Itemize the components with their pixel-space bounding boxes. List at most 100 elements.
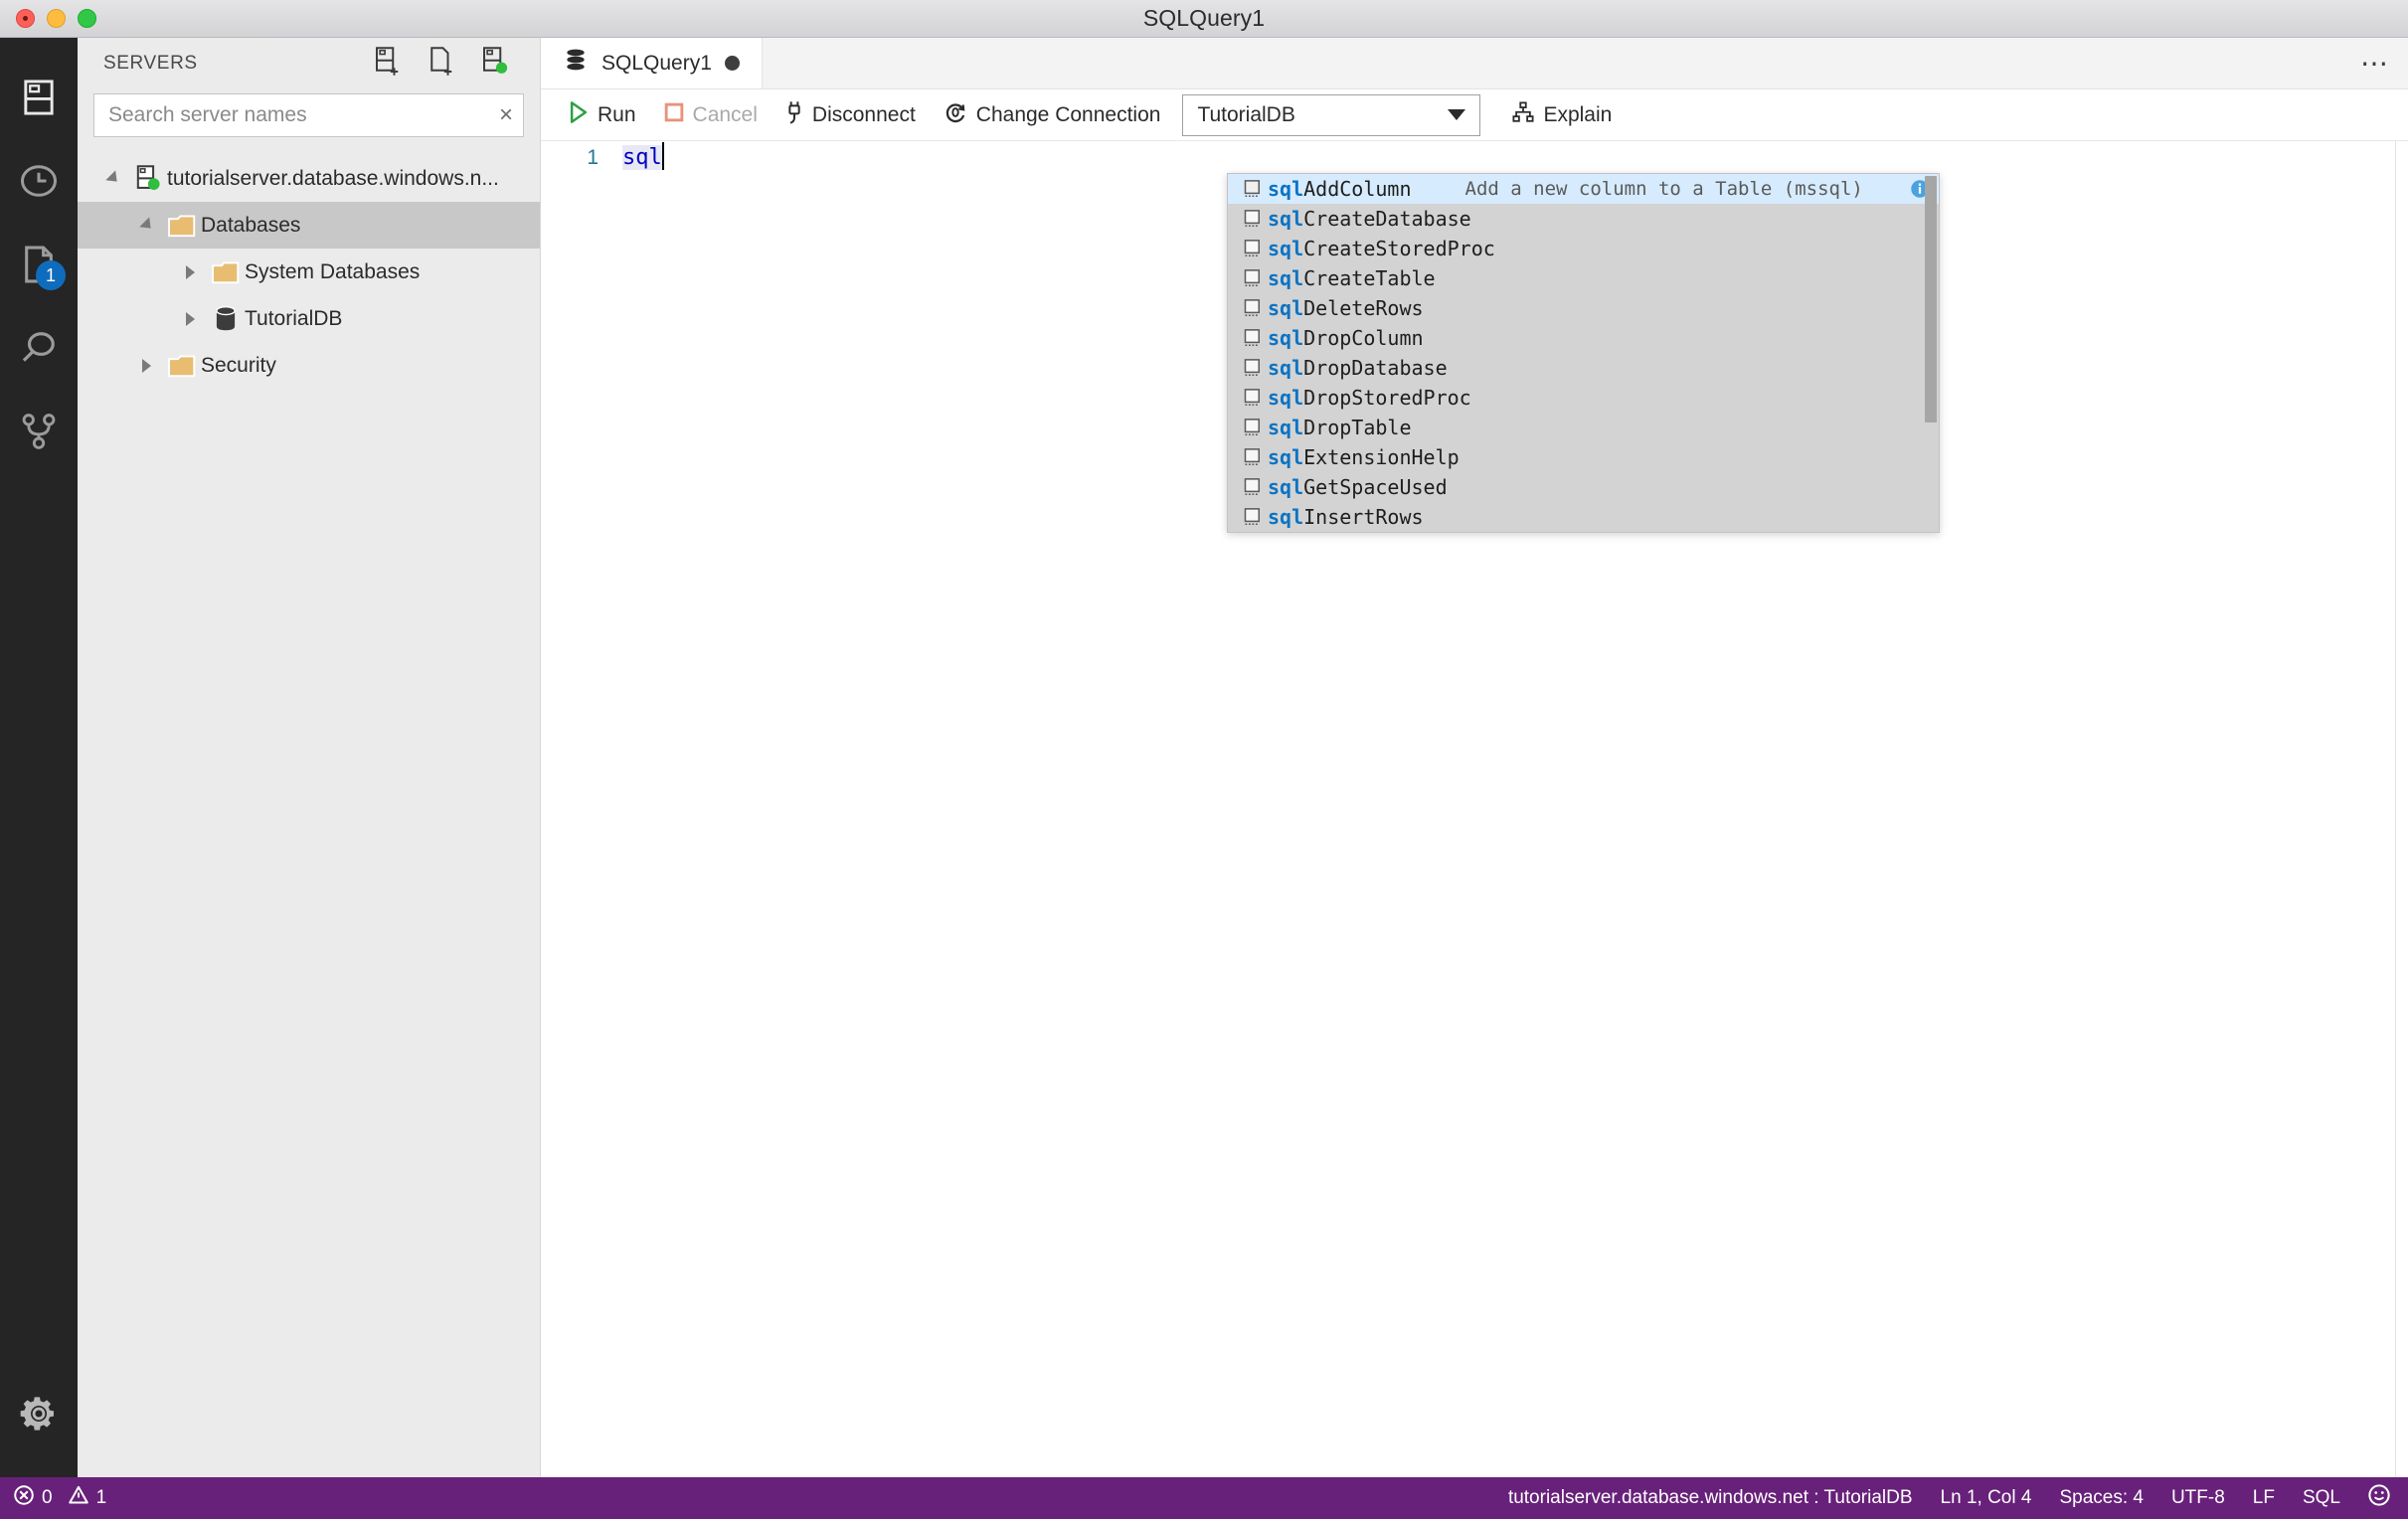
new-server-group-icon[interactable] <box>480 46 508 82</box>
suggestion-item[interactable]: sql CreateDatabase <box>1228 204 1939 234</box>
suggestion-match: sql <box>1268 296 1304 320</box>
new-connection-icon[interactable] <box>373 46 401 82</box>
suggestion-item[interactable]: sql CreateTable <box>1228 263 1939 293</box>
suggestion-rest: AddColumn <box>1303 177 1412 201</box>
problems-status[interactable]: 0 1 <box>14 1485 120 1511</box>
warning-icon <box>68 1485 88 1511</box>
new-query-icon[interactable] <box>427 46 454 82</box>
disconnect-button[interactable]: Disconnect <box>772 95 930 135</box>
tab-sqlquery1[interactable]: SQLQuery1 <box>541 38 763 88</box>
tree-item-label: tutorialserver.database.windows.n... <box>167 166 499 190</box>
suggestion-item[interactable]: sql DropDatabase <box>1228 353 1939 383</box>
encoding-status[interactable]: UTF-8 <box>2157 1487 2239 1509</box>
suggestion-label: sql InsertRows <box>1268 505 1424 529</box>
activity-item-source-control[interactable] <box>0 390 78 473</box>
history-icon <box>19 163 59 199</box>
chevron-right-icon[interactable] <box>173 264 207 279</box>
tab-bar: SQLQuery1 ⋯ <box>541 38 2408 89</box>
suggestion-rest: DropColumn <box>1303 326 1424 350</box>
activity-bar: 1 <box>0 38 78 1477</box>
tree-item-tutorialdb[interactable]: TutorialDB <box>78 295 540 342</box>
snippet-icon <box>1238 209 1268 229</box>
activity-item-search[interactable] <box>0 306 78 390</box>
snippet-icon <box>1238 179 1268 199</box>
tree-item-server[interactable]: tutorialserver.database.windows.n... <box>78 155 540 202</box>
indentation-status[interactable]: Spaces: 4 <box>2045 1487 2157 1509</box>
suggestion-item[interactable]: sql AddColumn Add a new column to a Table… <box>1228 174 1939 204</box>
search-input[interactable] <box>94 103 523 127</box>
activity-item-servers[interactable] <box>0 56 78 139</box>
dirty-indicator-icon[interactable] <box>724 56 740 71</box>
chevron-down-icon[interactable] <box>95 170 129 187</box>
suggestion-item[interactable]: sql CreateStoredProc <box>1228 234 1939 263</box>
tree-item-label: TutorialDB <box>245 306 343 330</box>
tree-item-system-databases[interactable]: System Databases <box>78 249 540 295</box>
cursor-position-status[interactable]: Ln 1, Col 4 <box>1927 1487 2046 1509</box>
chevron-right-icon[interactable] <box>129 358 163 373</box>
servers-icon <box>21 79 57 116</box>
code-content[interactable]: sql <box>612 141 664 175</box>
suggestion-label: sql DropDatabase <box>1268 356 1448 380</box>
explain-button[interactable]: Explain <box>1498 95 1626 135</box>
eol-status[interactable]: LF <box>2239 1487 2289 1509</box>
suggestion-label: sql AddColumn <box>1268 177 1412 201</box>
suggestion-item[interactable]: sql DropTable <box>1228 413 1939 442</box>
tree-item-databases[interactable]: Databases <box>78 202 540 249</box>
tree-item-label: Databases <box>201 213 301 237</box>
snippet-icon <box>1238 388 1268 408</box>
suggestion-rest: DropStoredProc <box>1303 386 1471 410</box>
activity-item-history[interactable] <box>0 139 78 223</box>
suggestion-rest: InsertRows <box>1303 505 1424 529</box>
suggestion-match: sql <box>1268 177 1304 201</box>
activity-item-open-editors[interactable]: 1 <box>0 223 78 306</box>
warning-count: 1 <box>95 1487 107 1508</box>
server-search: × <box>78 89 540 137</box>
server-tree: tutorialserver.database.windows.n... Dat… <box>78 137 540 1477</box>
play-icon <box>569 100 589 129</box>
suggestion-label: sql GetSpaceUsed <box>1268 475 1448 499</box>
suggestion-match: sql <box>1268 445 1304 469</box>
search-box[interactable]: × <box>93 93 524 137</box>
error-count: 0 <box>42 1487 53 1508</box>
tree-item-label: Security <box>201 353 276 377</box>
clear-icon[interactable]: × <box>499 103 513 127</box>
suggestion-item[interactable]: sql InsertRows <box>1228 502 1939 532</box>
suggestion-item[interactable]: sql ExtensionHelp <box>1228 442 1939 472</box>
code-line-1: 1 sql <box>541 141 2408 175</box>
feedback-button[interactable] <box>2354 1484 2408 1512</box>
source-control-icon <box>21 413 57 450</box>
explain-label: Explain <box>1543 102 1613 126</box>
suggestion-item[interactable]: sql DropColumn <box>1228 323 1939 353</box>
tab-label: SQLQuery1 <box>602 51 712 75</box>
snippet-icon <box>1238 268 1268 288</box>
change-connection-button[interactable]: Change Connection <box>930 95 1175 135</box>
suggestion-item[interactable]: sql DeleteRows <box>1228 293 1939 323</box>
application-window: SQLQuery1 1 SERVERS Search server names … <box>0 0 2408 1519</box>
tree-item-security[interactable]: Security <box>78 342 540 389</box>
editor-more-actions-button[interactable]: ⋯ <box>2342 38 2408 88</box>
suggestion-item[interactable]: sql DropStoredProc <box>1228 383 1939 413</box>
suggestion-widget[interactable]: sql AddColumn Add a new column to a Table… <box>1227 173 1940 533</box>
suggestion-label: sql CreateStoredProc <box>1268 237 1495 260</box>
language-mode-status[interactable]: SQL <box>2289 1487 2354 1509</box>
gear-icon <box>19 1394 59 1434</box>
line-number: 1 <box>587 146 599 169</box>
connection-status[interactable]: tutorialserver.database.windows.net : Tu… <box>1494 1487 1927 1509</box>
server-connected-icon <box>129 164 167 193</box>
suggestion-label: sql CreateTable <box>1268 266 1436 290</box>
suggestion-list: sql AddColumn Add a new column to a Table… <box>1228 174 1939 532</box>
database-select[interactable]: TutorialDB <box>1182 93 1481 136</box>
database-select-value: TutorialDB <box>1197 102 1295 126</box>
suggestion-label: sql CreateDatabase <box>1268 207 1471 231</box>
sidebar-actions <box>373 46 522 82</box>
activity-item-manage[interactable] <box>0 1372 78 1455</box>
run-button[interactable]: Run <box>555 95 650 135</box>
suggestion-scrollbar[interactable] <box>1925 176 1937 422</box>
cancel-button[interactable]: Cancel <box>650 95 772 135</box>
code-editor[interactable]: 1 sql sql AddColumn Add a new column to a… <box>541 141 2408 1477</box>
chevron-down-icon[interactable] <box>129 217 163 234</box>
editor-area: SQLQuery1 ⋯ Run Cancel Disconnect Change… <box>541 38 2408 1477</box>
suggestion-rest: CreateStoredProc <box>1303 237 1495 260</box>
suggestion-item[interactable]: sql GetSpaceUsed <box>1228 472 1939 502</box>
chevron-right-icon[interactable] <box>173 311 207 326</box>
